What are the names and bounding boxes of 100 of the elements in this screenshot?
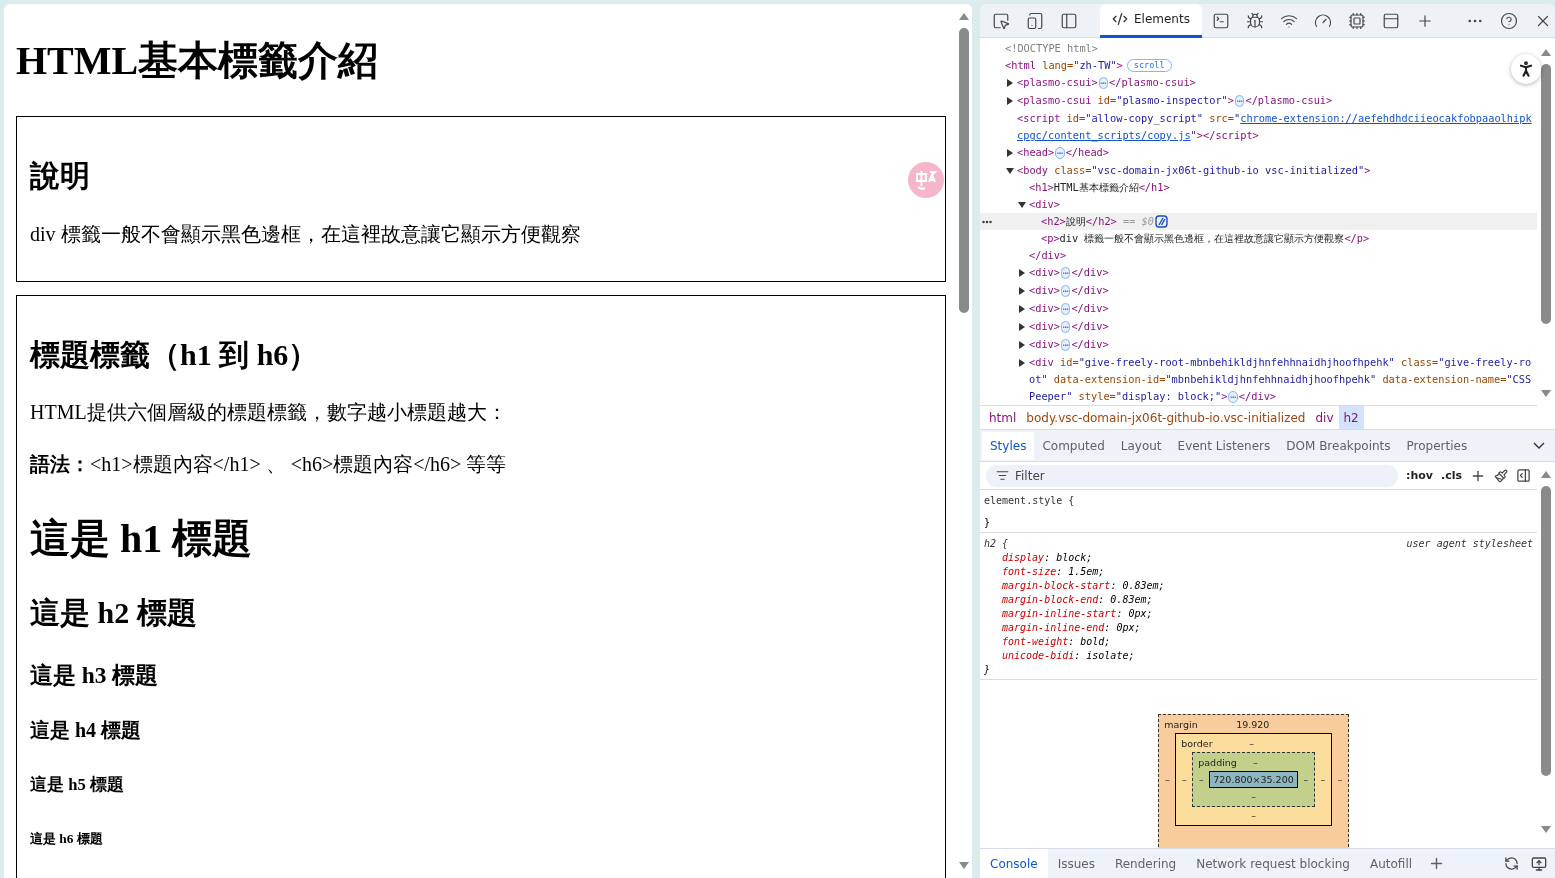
scrollbar-thumb[interactable] [1541, 64, 1551, 324]
css-declaration[interactable]: display: block; [984, 551, 1533, 565]
filter-field[interactable]: Filter [986, 464, 1398, 487]
css-declaration[interactable]: unicode-bidi: isolate; [984, 649, 1533, 663]
filter-icon [996, 469, 1009, 482]
dom-node[interactable]: <plasmo-csui id="plasmo-inspector"> ⋯ </plasmo-csui> [980, 92, 1337, 110]
css-declaration[interactable]: font-weight: bold; [984, 635, 1533, 649]
box-value: – [1180, 774, 1188, 785]
dom-node[interactable]: <body class="vsc-domain-jx06t-github-io vsc-initialized"> [980, 162, 1375, 179]
collapsed-arrow-icon[interactable] [1018, 340, 1026, 349]
breadcrumb[interactable]: html [984, 406, 1022, 429]
panel-tab[interactable]: Computed [1034, 431, 1113, 460]
paintbrush-icon[interactable] [1494, 468, 1508, 483]
section-heading: 說明 [30, 159, 90, 194]
collapsed-arrow-icon[interactable] [1018, 268, 1026, 277]
markup-text: <plasmo-csui id="plasmo-inspector"> ⋯ </plasmo-csui> [1017, 93, 1333, 109]
panel-tab[interactable]: Properties [1398, 431, 1476, 460]
box-label: margin [1164, 718, 1198, 730]
box-label: border [1181, 737, 1213, 749]
markup-text: <div> ⋯ </div> [1029, 265, 1109, 281]
scrollbar-thumb[interactable] [959, 28, 969, 313]
dom-node[interactable]: <h2>說明</h2> == $0 [980, 213, 1537, 230]
markup-text: <plasmo-csui> ⋯ </plasmo-csui> [1017, 75, 1196, 91]
markup-text: <div> ⋯ </div> [1029, 301, 1109, 317]
sidebar-icon[interactable] [1060, 11, 1078, 30]
toggle-link[interactable]: .cls [1440, 469, 1462, 482]
rule-selector: element.style { [984, 494, 1075, 508]
collapsed-arrow-icon[interactable] [1018, 322, 1026, 331]
assistant-icon[interactable] [1155, 215, 1168, 228]
chip-icon[interactable] [1347, 11, 1366, 30]
window-icon[interactable] [1381, 11, 1400, 30]
drawer-tab[interactable]: Issues [1047, 849, 1105, 878]
device-icon[interactable] [1026, 11, 1044, 30]
markup-text: <h2>說明</h2> == $0 [1041, 214, 1154, 229]
bug-icon[interactable] [1245, 11, 1264, 30]
markup-text: <head> ⋯ </head> [1017, 145, 1110, 161]
css-declaration[interactable]: margin-inline-start: 0px; [984, 607, 1533, 621]
paragraph: HTML提供六個層級的標題標籤，數字越小標題越大： [30, 400, 508, 424]
box-value: – [1251, 756, 1259, 768]
dom-node[interactable]: <plasmo-csui> ⋯ </plasmo-csui> [980, 74, 1200, 92]
drawer-tab[interactable]: Console [980, 849, 1048, 878]
css-declaration[interactable]: margin-block-start: 0.83em; [984, 579, 1533, 593]
drawer-tab[interactable]: Rendering [1104, 849, 1187, 878]
accessibility-button[interactable] [1511, 54, 1541, 84]
sidebar-toggle-icon[interactable] [1516, 468, 1531, 483]
refresh-icon[interactable] [1504, 856, 1519, 871]
panel-tab[interactable]: Styles [982, 431, 1035, 460]
terminal-icon[interactable] [1211, 11, 1230, 30]
markup-text: <div> [1029, 197, 1060, 212]
collapsed-arrow-icon[interactable] [1006, 78, 1014, 87]
chevron-icon[interactable] [1533, 441, 1545, 450]
sample-heading: 這是 h3 標題 [30, 661, 159, 689]
dom-node[interactable]: <div> ⋯ </div> [980, 336, 1113, 354]
dom-node[interactable]: <div> [980, 196, 1064, 213]
expanded-arrow-icon[interactable] [1018, 200, 1026, 209]
panel-tab[interactable]: DOM Breakpoints [1278, 431, 1399, 460]
dom-node[interactable]: <p>div 標籤一般不會顯示黑色邊框，在這裡故意讓它顯示方便觀察</p> [980, 230, 1374, 247]
box-value: – [1250, 809, 1257, 823]
dom-node[interactable]: <h1>HTML基本標籤介紹</h1> [980, 179, 1174, 196]
scrollbar-thumb[interactable] [1541, 486, 1551, 776]
markup-text: <html lang="zh-TW"> [1005, 58, 1123, 73]
markup-text: <div> ⋯ </div> [1029, 283, 1109, 299]
expanded-arrow-icon[interactable] [1006, 166, 1014, 175]
breadcrumb[interactable]: div [1310, 406, 1339, 429]
dom-node[interactable]: <div> ⋯ </div> [980, 264, 1113, 282]
css-declaration[interactable]: font-size: 1.5em; [984, 565, 1533, 579]
paragraph: div 標籤一般不會顯示黑色邊框，在這裡故意讓它顯示方便觀察 [30, 221, 582, 246]
elements-tab[interactable]: Elements [1100, 4, 1202, 38]
drawer-tab[interactable]: Autofill [1359, 849, 1423, 878]
sample-heading: 這是 h6 標題 [30, 831, 103, 847]
inspect-icon[interactable] [992, 11, 1010, 30]
dom-node[interactable]: <div> ⋯ </div> [980, 318, 1113, 336]
box-value: – [1319, 774, 1327, 785]
markup-text: <div> ⋯ </div> [1029, 319, 1109, 335]
page-title: HTML基本標籤介紹 [16, 38, 380, 84]
collapsed-arrow-icon[interactable] [1018, 358, 1026, 367]
breadcrumb[interactable]: body.vsc-domain-jx06t-github-io.vsc-initialized [1021, 406, 1311, 429]
css-declaration[interactable]: margin-inline-end: 0px; [984, 621, 1533, 635]
collapsed-arrow-icon[interactable] [1006, 148, 1014, 157]
dock-icon[interactable] [1531, 855, 1547, 872]
dom-node[interactable]: <html lang="zh-TW"> scroll [980, 57, 1176, 74]
box-value: – [1197, 774, 1205, 785]
panel-tab[interactable]: Event Listeners [1169, 431, 1279, 460]
drawer-tab[interactable]: Network request blocking [1186, 849, 1360, 878]
breadcrumb[interactable]: h2 [1338, 406, 1364, 429]
help-icon[interactable] [1499, 11, 1518, 30]
collapsed-arrow-icon[interactable] [1018, 304, 1026, 313]
dom-node[interactable]: <!DOCTYPE html> [980, 40, 1102, 57]
dom-node[interactable]: <head> ⋯ </head> [980, 144, 1114, 162]
dom-node[interactable]: <div> ⋯ </div> [980, 300, 1113, 318]
collapsed-arrow-icon[interactable] [1018, 286, 1026, 295]
markup-text: <div> ⋯ </div> [1029, 337, 1109, 353]
box-value: – [1163, 774, 1171, 785]
collapsed-arrow-icon[interactable] [1006, 96, 1014, 105]
toggle-link[interactable]: :hov [1406, 469, 1433, 482]
gauge-icon[interactable] [1313, 11, 1332, 30]
dom-node[interactable]: <div> ⋯ </div> [980, 282, 1113, 300]
sample-heading: 這是 h5 標題 [30, 775, 124, 795]
css-declaration[interactable]: margin-block-end: 0.83em; [984, 593, 1533, 607]
panel-tab[interactable]: Layout [1112, 431, 1170, 460]
